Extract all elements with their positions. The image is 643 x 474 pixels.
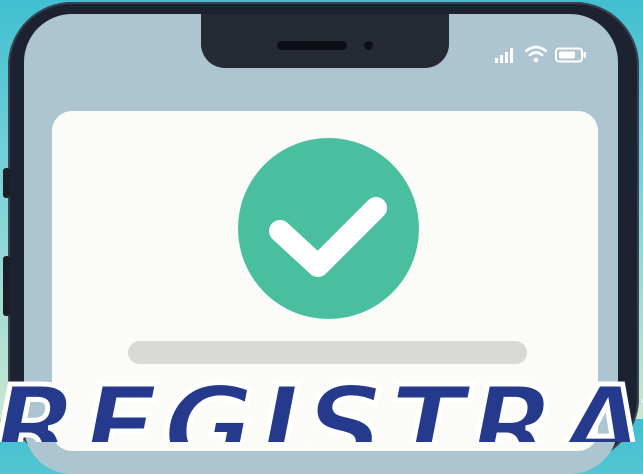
side-button-volume [3, 256, 10, 316]
side-button-mute [3, 168, 10, 198]
headline-text: REGISTRATION [0, 372, 643, 442]
success-badge [238, 138, 419, 319]
placeholder-text-bar [128, 341, 527, 364]
checkmark-icon [269, 197, 387, 277]
headline-banner: REGISTRATION [0, 372, 643, 442]
wifi-icon [525, 45, 547, 63]
status-bar [495, 45, 587, 63]
speaker-grille [277, 41, 347, 50]
front-camera [364, 41, 373, 50]
battery-icon [555, 47, 586, 63]
signal-bars-icon [495, 48, 513, 63]
